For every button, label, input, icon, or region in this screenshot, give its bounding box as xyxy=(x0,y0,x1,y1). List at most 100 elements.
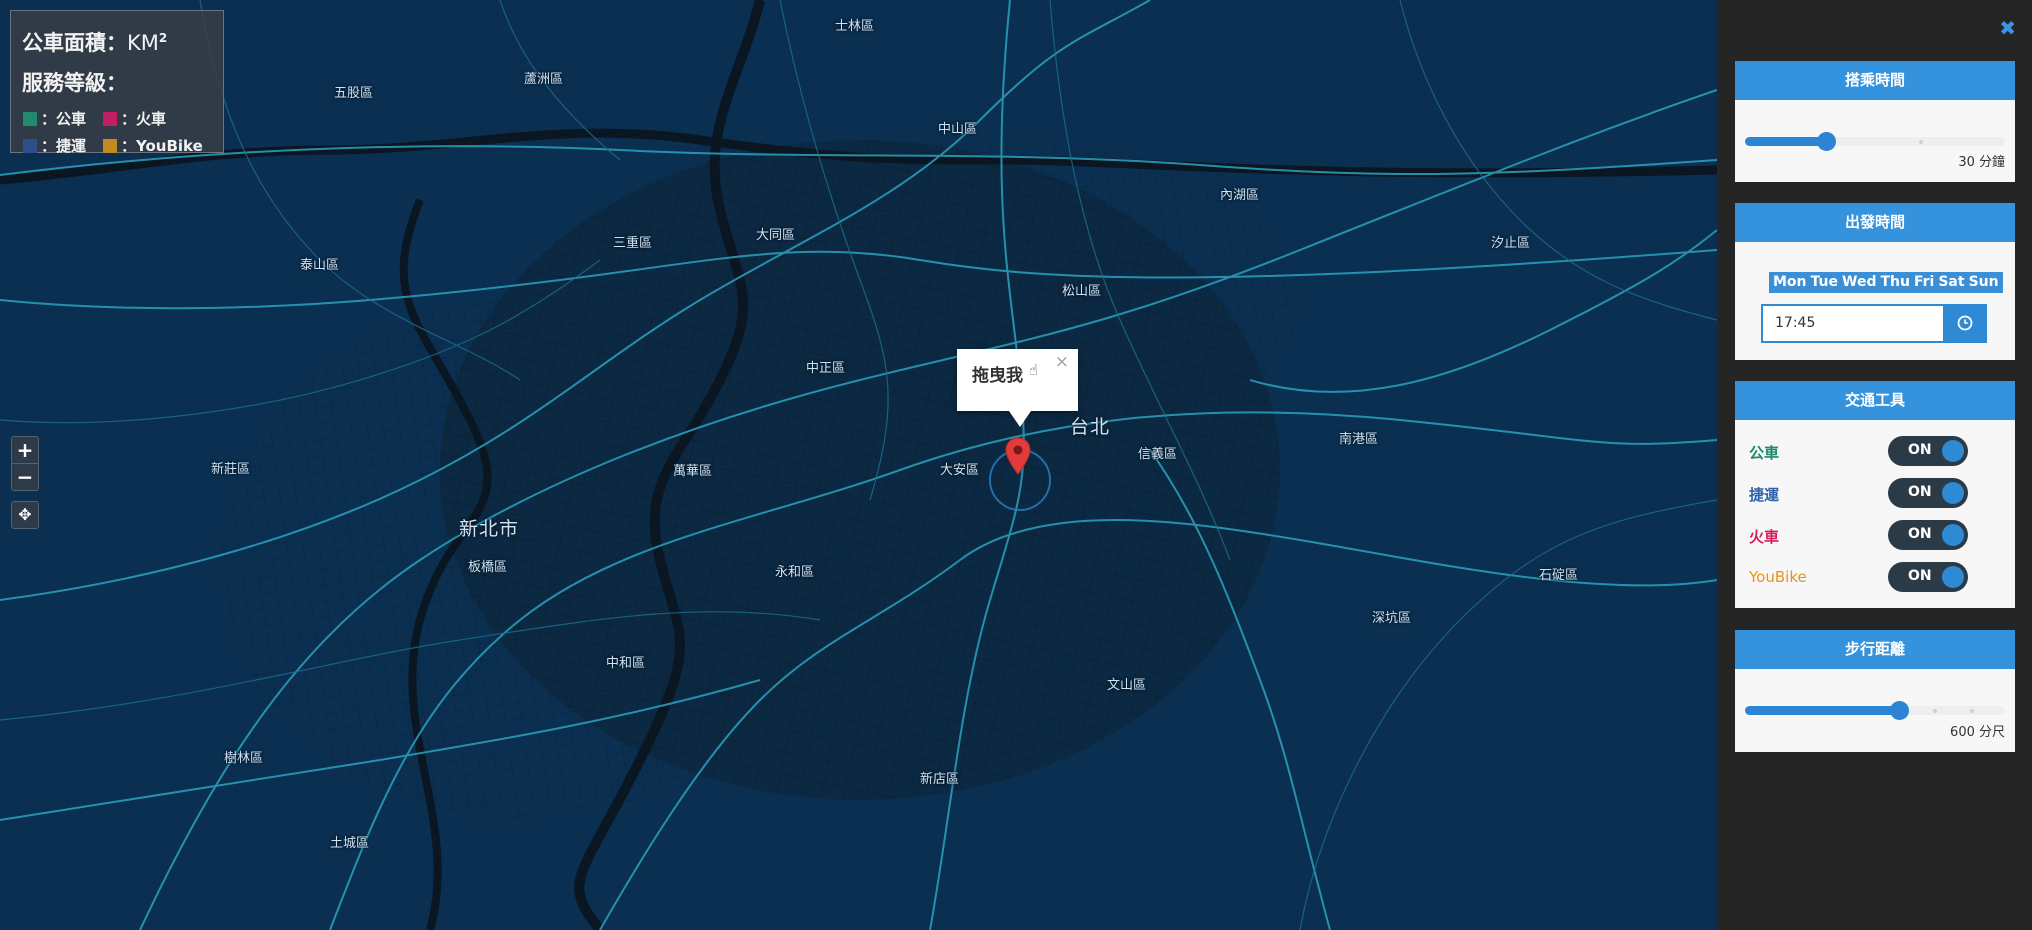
map-canvas[interactable]: 新北市 台北 士林區 五股區 蘆洲區 中山區 內湖區 三重區 大同區 泰山區 松… xyxy=(0,0,1717,930)
transport-row-youbike: YouBike ON xyxy=(1749,562,2001,592)
slider-tick xyxy=(1933,709,1937,713)
district-label: 大安區 xyxy=(940,463,980,478)
legend-area-row: 公車面積：KM2 xyxy=(22,27,167,57)
slider-tick xyxy=(1970,709,1974,713)
district-label: 萬華區 xyxy=(673,464,713,479)
toggle-knob xyxy=(1942,566,1964,588)
district-label: 永和區 xyxy=(775,565,815,580)
legend-item-train: ：火車 xyxy=(103,108,166,129)
marker-popup: 拖曳我 ☝ × xyxy=(957,349,1078,427)
slider-fill xyxy=(1745,137,1827,146)
slider-fill xyxy=(1745,706,1900,715)
district-label: 石碇區 xyxy=(1539,568,1579,583)
map-marker-icon[interactable] xyxy=(1005,437,1031,475)
toggle-knob xyxy=(1942,440,1964,462)
slider-handle[interactable] xyxy=(1817,132,1836,151)
city-label: 台北 xyxy=(1070,416,1111,438)
train-toggle[interactable]: ON xyxy=(1888,520,1968,550)
transport-row-train: 火車 ON xyxy=(1749,520,2001,550)
zoom-out-button[interactable]: − xyxy=(12,464,38,490)
legend-item-youbike: ：YouBike xyxy=(103,135,203,156)
legend-panel: 公車面積：KM2 服務等級： ：公車 ：火車 ：捷運 ：YouBike xyxy=(10,10,224,156)
legend-area-label: 公車面積： xyxy=(22,31,127,55)
district-label: 中和區 xyxy=(606,656,646,671)
departure-title: 出發時間 xyxy=(1735,203,2015,242)
district-label: 汐止區 xyxy=(1491,236,1531,251)
district-label: 板橋區 xyxy=(468,560,508,575)
district-label: 信義區 xyxy=(1138,447,1178,462)
ride-time-value: 30 分鐘 xyxy=(1958,155,2005,170)
district-label: 士林區 xyxy=(835,19,875,34)
transport-label: 公車 xyxy=(1749,444,1780,462)
day-sat[interactable]: Sat xyxy=(1936,272,1966,293)
toggle-knob xyxy=(1942,524,1964,546)
clock-button[interactable] xyxy=(1943,304,1987,343)
district-label: 中山區 xyxy=(938,122,978,137)
district-label: 五股區 xyxy=(334,86,374,101)
district-label: 蘆洲區 xyxy=(524,72,564,87)
walk-distance-card: 步行距離 600 分尺 xyxy=(1735,630,2015,752)
transport-label: 捷運 xyxy=(1749,486,1780,504)
toggle-state: ON xyxy=(1908,442,1932,458)
zoom-control: + − xyxy=(11,436,39,491)
ride-time-card: 搭乘時間 30 分鐘 xyxy=(1735,61,2015,182)
day-tue[interactable]: Tue xyxy=(1809,272,1840,293)
map-tiles xyxy=(0,0,1717,930)
transport-row-bus: 公車 ON xyxy=(1749,436,2001,466)
youbike-toggle[interactable]: ON xyxy=(1888,562,1968,592)
mrt-swatch xyxy=(23,138,37,153)
legend-item-label: ：捷運 xyxy=(41,137,87,155)
district-label: 南港區 xyxy=(1339,432,1379,447)
zoom-in-button[interactable]: + xyxy=(12,437,38,464)
day-thu[interactable]: Thu xyxy=(1878,272,1911,293)
walk-distance-title: 步行距離 xyxy=(1735,630,2015,669)
day-sun[interactable]: Sun xyxy=(1967,272,2001,293)
toggle-knob xyxy=(1942,482,1964,504)
day-selector: Mon Tue Wed Thu Fri Sat Sun xyxy=(1769,272,2003,293)
day-fri[interactable]: Fri xyxy=(1912,272,1936,293)
slider-handle[interactable] xyxy=(1890,701,1909,720)
walk-distance-slider[interactable] xyxy=(1745,701,2005,720)
district-label: 深坑區 xyxy=(1372,611,1412,626)
transport-title: 交通工具 xyxy=(1735,381,2015,420)
district-label: 新店區 xyxy=(920,772,960,787)
legend-area-unit: KM xyxy=(127,31,159,55)
transport-row-mrt: 捷運 ON xyxy=(1749,478,2001,508)
day-mon[interactable]: Mon xyxy=(1771,272,1809,293)
district-label: 內湖區 xyxy=(1220,188,1260,203)
legend-service-label: 服務等級： xyxy=(22,71,127,95)
day-wed[interactable]: Wed xyxy=(1840,272,1878,293)
legend-item-label: ：YouBike xyxy=(121,137,203,155)
hand-pointer-icon: ☝ xyxy=(1029,361,1039,379)
ride-time-slider[interactable] xyxy=(1745,132,2005,151)
toggle-state: ON xyxy=(1908,568,1932,584)
legend-item-label: ：公車 xyxy=(41,110,87,128)
locate-button[interactable]: ✥ xyxy=(11,501,39,529)
departure-card: 出發時間 Mon Tue Wed Thu Fri Sat Sun 17:45 xyxy=(1735,203,2015,360)
settings-panel: ✖ 搭乘時間 30 分鐘 出發時間 Mon Tue Wed Thu Fri Sa… xyxy=(1717,0,2032,930)
mrt-toggle[interactable]: ON xyxy=(1888,478,1968,508)
clock-icon xyxy=(1957,315,1973,331)
legend-item-label: ：火車 xyxy=(121,110,167,128)
district-label: 土城區 xyxy=(330,836,370,851)
district-label: 松山區 xyxy=(1062,284,1102,299)
bus-toggle[interactable]: ON xyxy=(1888,436,1968,466)
district-label: 中正區 xyxy=(806,361,846,376)
toggle-state: ON xyxy=(1908,526,1932,542)
panel-close-button[interactable]: ✖ xyxy=(1999,16,2016,40)
district-label: 三重區 xyxy=(613,236,653,251)
district-label: 新莊區 xyxy=(211,462,251,477)
youbike-swatch xyxy=(103,138,117,153)
transport-card: 交通工具 公車 ON 捷運 ON 火車 ON YouBike ON xyxy=(1735,381,2015,608)
transport-label: 火車 xyxy=(1749,528,1780,546)
departure-time-input[interactable]: 17:45 xyxy=(1761,304,1943,343)
legend-item-bus: ：公車 xyxy=(23,108,86,129)
district-label: 泰山區 xyxy=(300,258,340,273)
walk-distance-value: 600 分尺 xyxy=(1950,725,2005,740)
legend-area-exponent: 2 xyxy=(158,31,168,45)
district-label: 樹林區 xyxy=(224,751,264,766)
ride-time-title: 搭乘時間 xyxy=(1735,61,2015,100)
popup-close-button[interactable]: × xyxy=(1055,352,1069,372)
district-label: 大同區 xyxy=(756,228,796,243)
district-label: 文山區 xyxy=(1107,678,1147,693)
